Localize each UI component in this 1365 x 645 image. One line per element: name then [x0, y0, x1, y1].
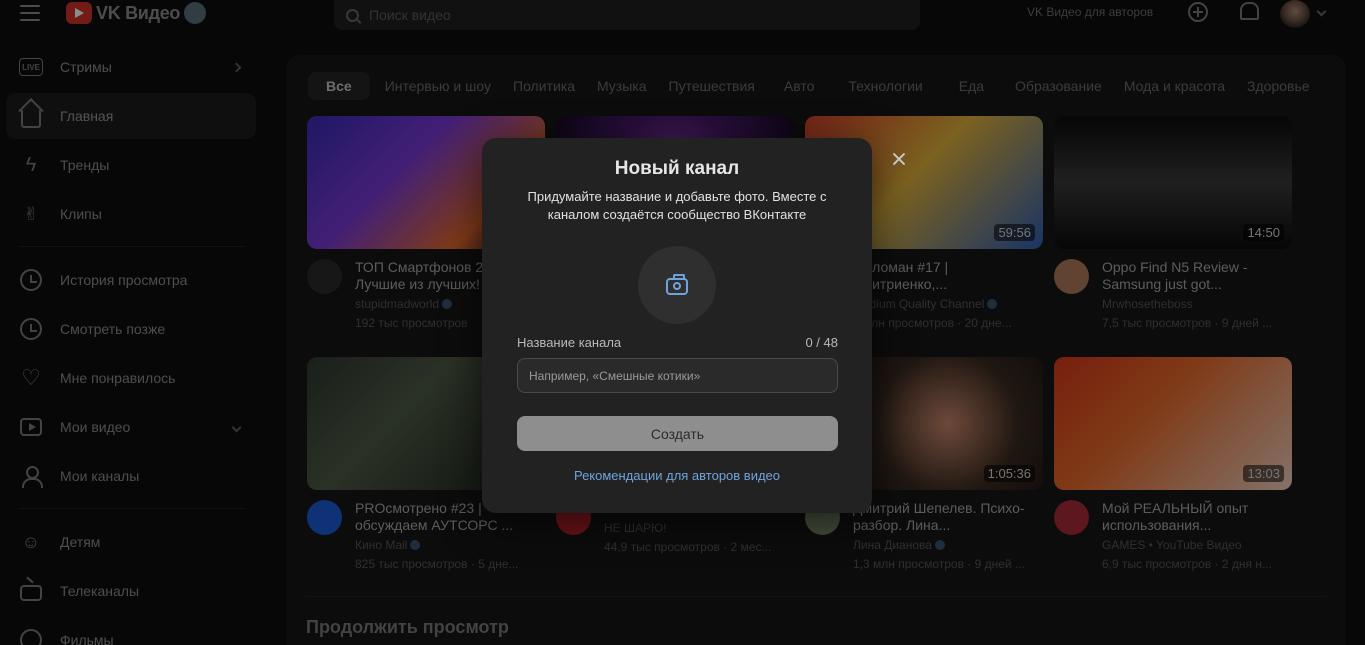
new-channel-dialog: Новый канал Придумайте название и добавь… [482, 138, 872, 513]
create-button[interactable]: Создать [517, 416, 838, 451]
channel-name-label: Название канала [517, 335, 622, 350]
camera-icon [666, 274, 688, 295]
dialog-title: Новый канал [614, 158, 740, 179]
close-icon[interactable] [889, 150, 909, 170]
dialog-description: Придумайте название и добавьте фото. Вме… [527, 189, 827, 222]
character-counter: 0 / 48 [805, 335, 838, 350]
channel-name-input[interactable] [517, 358, 838, 393]
add-photo-button[interactable] [638, 246, 716, 324]
author-recommendations-link[interactable]: Рекомендации для авторов видео [482, 468, 872, 483]
